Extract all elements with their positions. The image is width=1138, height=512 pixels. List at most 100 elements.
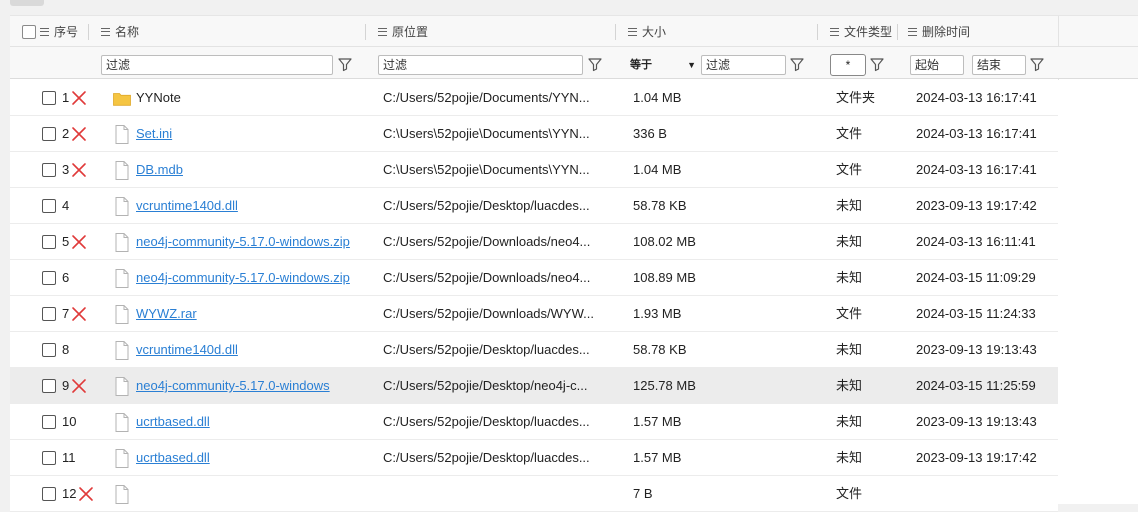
file-name-link[interactable]: ucrtbased.dll: [136, 440, 372, 476]
original-location: C:/Users/52pojie/Desktop/luacdes...: [383, 414, 590, 429]
table-row[interactable]: 7 WYWZ.rar C:/Users/52pojie/Downloads/WYW.…: [10, 296, 1058, 332]
row-checkbox[interactable]: [42, 91, 56, 105]
table-row[interactable]: 8 vcruntime140d.dll C:/Users/52pojie/Deskt…: [10, 332, 1058, 368]
table-row[interactable]: 9 neo4j-community-5.17.0-windows C:/Users/…: [10, 368, 1058, 404]
column-size[interactable]: 大小: [628, 16, 666, 48]
row-index: 2: [62, 126, 70, 141]
row-checkbox[interactable]: [42, 235, 56, 249]
row-index: 3: [62, 162, 70, 177]
start-date-input[interactable]: 起始: [910, 55, 964, 75]
filter-row: 过滤 过滤 等于 ▼ 过滤 * 起始 结束: [10, 47, 1138, 79]
recycle-bin-grid: 序号 名称 原位置 大小 文件类型 删除时间 过滤 过滤 等于 ▼ 过滤 * 起…: [10, 15, 1138, 512]
column-separator[interactable]: [817, 24, 818, 40]
column-menu-icon[interactable]: [908, 27, 917, 36]
filter-icon[interactable]: [587, 56, 603, 72]
name-filter-input[interactable]: 过滤: [101, 55, 333, 75]
file-icon: [113, 448, 131, 469]
file-name-link[interactable]: neo4j-community-5.17.0-windows: [136, 368, 372, 404]
file-type: 文件: [836, 486, 863, 501]
row-checkbox[interactable]: [42, 163, 56, 177]
file-icon: [113, 412, 131, 433]
column-location[interactable]: 原位置: [378, 16, 428, 48]
column-separator[interactable]: [615, 24, 616, 40]
deleted-mark-icon: [71, 162, 87, 178]
deleted-time: 2024-03-13 16:17:41: [916, 162, 1037, 177]
column-menu-icon[interactable]: [830, 27, 839, 36]
file-size: 58.78 KB: [633, 198, 687, 213]
end-date-input[interactable]: 结束: [972, 55, 1026, 75]
table-row[interactable]: 5 neo4j-community-5.17.0-windows.zip C:/Us…: [10, 224, 1058, 260]
filter-icon[interactable]: [1029, 56, 1045, 72]
original-location: C:\Users\52pojie\Documents\YYN...: [383, 162, 590, 177]
original-location: C:/Users/52pojie/Desktop/neo4j-c...: [383, 378, 588, 393]
column-location-label: 原位置: [392, 25, 429, 39]
file-icon: [113, 160, 131, 181]
filter-icon[interactable]: [789, 56, 805, 72]
filter-icon[interactable]: [869, 56, 885, 72]
table-row[interactable]: 6 neo4j-community-5.17.0-windows.zip C:/Us…: [10, 260, 1058, 296]
table-row[interactable]: 10 ucrtbased.dll C:/Users/52pojie/Desktop/…: [10, 404, 1058, 440]
file-type: 未知: [836, 342, 863, 357]
deleted-mark-icon: [71, 378, 87, 394]
row-checkbox[interactable]: [42, 271, 56, 285]
file-type: 未知: [836, 450, 863, 465]
file-icon: [113, 376, 131, 397]
column-menu-icon[interactable]: [101, 27, 110, 36]
file-name-link[interactable]: neo4j-community-5.17.0-windows.zip: [136, 260, 372, 296]
row-checkbox[interactable]: [42, 127, 56, 141]
table-row[interactable]: 2 Set.ini C:\Users\52pojie\Documents\YYN..…: [10, 116, 1058, 152]
row-checkbox[interactable]: [42, 415, 56, 429]
file-icon: [113, 484, 131, 505]
column-menu-icon[interactable]: [378, 27, 387, 36]
file-size: 108.89 MB: [633, 270, 696, 285]
row-checkbox[interactable]: [42, 343, 56, 357]
row-checkbox[interactable]: [42, 451, 56, 465]
file-type: 未知: [836, 270, 863, 285]
column-menu-icon[interactable]: [628, 27, 637, 36]
column-menu-icon[interactable]: [40, 27, 49, 36]
column-index[interactable]: 序号: [40, 16, 78, 48]
column-mtime[interactable]: 删除时间: [908, 16, 970, 48]
row-checkbox[interactable]: [42, 199, 56, 213]
file-name-link[interactable]: DB.mdb: [136, 152, 372, 188]
column-separator[interactable]: [88, 24, 89, 40]
file-name-link[interactable]: Set.ini: [136, 116, 372, 152]
row-index: 1: [62, 90, 70, 105]
table-row[interactable]: 12 7 B 文件: [10, 476, 1058, 512]
column-name[interactable]: 名称: [101, 16, 139, 48]
dropdown-arrow-icon: ▼: [687, 60, 696, 70]
table-row[interactable]: 3 DB.mdb C:\Users\52pojie\Documents\YYN...…: [10, 152, 1058, 188]
row-checkbox[interactable]: [42, 307, 56, 321]
deleted-time: 2023-09-13 19:13:43: [916, 414, 1037, 429]
table-row[interactable]: 4 vcruntime140d.dll C:/Users/52pojie/Deskt…: [10, 188, 1058, 224]
file-type: 文件: [836, 306, 863, 321]
file-name-link[interactable]: vcruntime140d.dll: [136, 332, 372, 368]
file-name-link[interactable]: vcruntime140d.dll: [136, 188, 372, 224]
location-filter-input[interactable]: 过滤: [378, 55, 583, 75]
row-index: 10: [62, 414, 77, 429]
file-size: 125.78 MB: [633, 378, 696, 393]
row-checkbox[interactable]: [42, 487, 56, 501]
file-name-link[interactable]: ucrtbased.dll: [136, 404, 372, 440]
table-row[interactable]: 1 YYNote C:/Users/52pojie/Documents/YYN...…: [10, 80, 1058, 116]
file-icon: [113, 232, 131, 253]
original-location: C:/Users/52pojie/Desktop/luacdes...: [383, 450, 590, 465]
type-filter-input[interactable]: *: [830, 54, 866, 76]
select-all-checkbox[interactable]: [22, 25, 36, 39]
size-operator-select[interactable]: 等于 ▼: [630, 55, 696, 75]
file-name-link[interactable]: neo4j-community-5.17.0-windows.zip: [136, 224, 372, 260]
deleted-mark-icon: [71, 126, 87, 142]
original-location: C:/Users/52pojie/Documents/YYN...: [383, 90, 590, 105]
file-name-link[interactable]: WYWZ.rar: [136, 296, 372, 332]
file-name-link[interactable]: [136, 476, 372, 512]
table-row[interactable]: 11 ucrtbased.dll C:/Users/52pojie/Desktop/…: [10, 440, 1058, 476]
row-index: 5: [62, 234, 70, 249]
column-type[interactable]: 文件类型: [830, 16, 892, 48]
size-operator-value: 等于: [630, 59, 652, 71]
row-checkbox[interactable]: [42, 379, 56, 393]
size-filter-input[interactable]: 过滤: [701, 55, 786, 75]
filter-icon[interactable]: [337, 56, 353, 72]
column-separator[interactable]: [897, 24, 898, 40]
deleted-time: 2023-09-13 19:17:42: [916, 450, 1037, 465]
column-separator[interactable]: [365, 24, 366, 40]
